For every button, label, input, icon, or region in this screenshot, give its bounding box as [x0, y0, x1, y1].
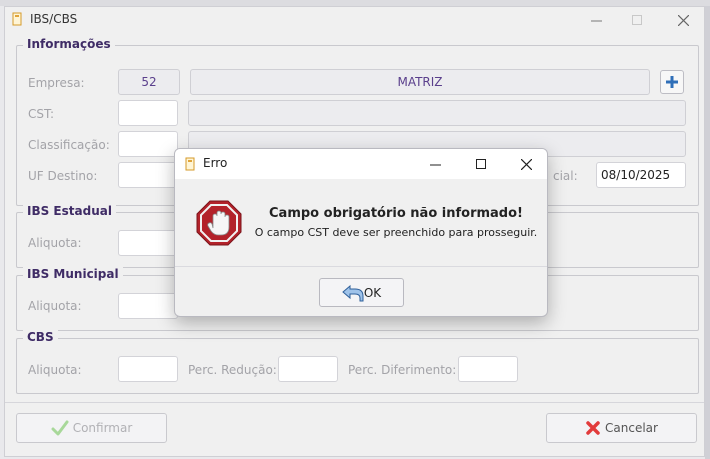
dialog-app-icon: [185, 157, 195, 171]
cst-label: CST:: [28, 107, 55, 121]
dialog-title: Erro: [203, 156, 228, 170]
ibs-estadual-aliquota-label: Aliquota:: [28, 236, 82, 250]
ibs-estadual-aliquota-input[interactable]: [118, 230, 178, 256]
dialog-minimize-button[interactable]: [412, 149, 458, 179]
ok-label: OK: [363, 285, 382, 300]
uf-destino-label: UF Destino:: [28, 169, 98, 183]
check-icon: [51, 420, 69, 436]
app-icon: [12, 12, 22, 26]
footer-divider: [5, 402, 704, 403]
dialog-maximize-button[interactable]: [458, 149, 504, 179]
empresa-code-field[interactable]: 52: [118, 69, 180, 95]
perc-reducao-input[interactable]: [278, 356, 338, 382]
window-title: IBS/CBS: [30, 12, 78, 26]
minimize-icon: [429, 164, 441, 165]
ibs-municipal-title: IBS Municipal: [23, 267, 123, 281]
uf-destino-input[interactable]: [118, 162, 178, 188]
back-arrow-icon: [342, 284, 364, 301]
close-button[interactable]: [663, 7, 703, 33]
close-icon: [677, 14, 689, 26]
dialog-separator: [175, 266, 547, 267]
maximize-icon: [632, 15, 642, 25]
close-icon: [520, 158, 532, 170]
dialog-titlebar: Erro: [175, 149, 547, 179]
empresa-label: Empresa:: [28, 76, 85, 90]
classificacao-input[interactable]: [118, 131, 178, 157]
error-dialog: Erro Campo obrigatório não informado! O …: [174, 148, 548, 317]
ibs-municipal-aliquota-label: Aliquota:: [28, 299, 82, 313]
ibs-municipal-aliquota-input[interactable]: [118, 293, 178, 319]
dialog-close-button[interactable]: [503, 149, 547, 179]
cancelar-label: Cancelar: [605, 421, 658, 435]
ibs-estadual-title: IBS Estadual: [23, 204, 116, 218]
background-edge-right: [705, 6, 710, 459]
cbs-aliquota-label: Aliquota:: [28, 363, 82, 377]
confirmar-button[interactable]: Confirmar: [16, 413, 167, 443]
dialog-heading: Campo obrigatório não informado!: [269, 206, 523, 221]
cst-input[interactable]: [118, 100, 178, 126]
cbs-group: CBS Aliquota: Perc. Redução: Perc. Difer…: [16, 330, 699, 394]
empresa-name-field[interactable]: MATRIZ: [190, 69, 650, 95]
add-empresa-button[interactable]: [660, 70, 684, 94]
cancelar-button[interactable]: Cancelar: [546, 413, 697, 443]
perc-diferimento-label: Perc. Diferimento:: [348, 363, 457, 377]
x-icon: [586, 421, 600, 435]
plus-icon: [666, 76, 678, 88]
cbs-aliquota-input[interactable]: [118, 356, 178, 382]
classificacao-label: Classificação:: [28, 138, 110, 152]
perc-reducao-label: Perc. Redução:: [188, 363, 277, 377]
confirmar-label: Confirmar: [72, 421, 133, 435]
ok-button[interactable]: OK: [319, 278, 404, 307]
informacoes-title: Informações: [23, 37, 115, 51]
maximize-icon: [476, 159, 486, 169]
cbs-title: CBS: [23, 330, 58, 344]
data-inicial-input[interactable]: 08/10/2025: [596, 162, 686, 188]
minimize-icon: [590, 20, 602, 21]
dialog-message: O campo CST deve ser preenchido para pro…: [254, 226, 538, 239]
cst-description-field[interactable]: [188, 100, 686, 126]
window-titlebar: IBS/CBS: [5, 7, 704, 33]
maximize-button[interactable]: [617, 7, 657, 33]
minimize-button[interactable]: [576, 7, 616, 33]
perc-diferimento-input[interactable]: [458, 356, 518, 382]
data-inicial-label: cial:: [553, 169, 578, 183]
